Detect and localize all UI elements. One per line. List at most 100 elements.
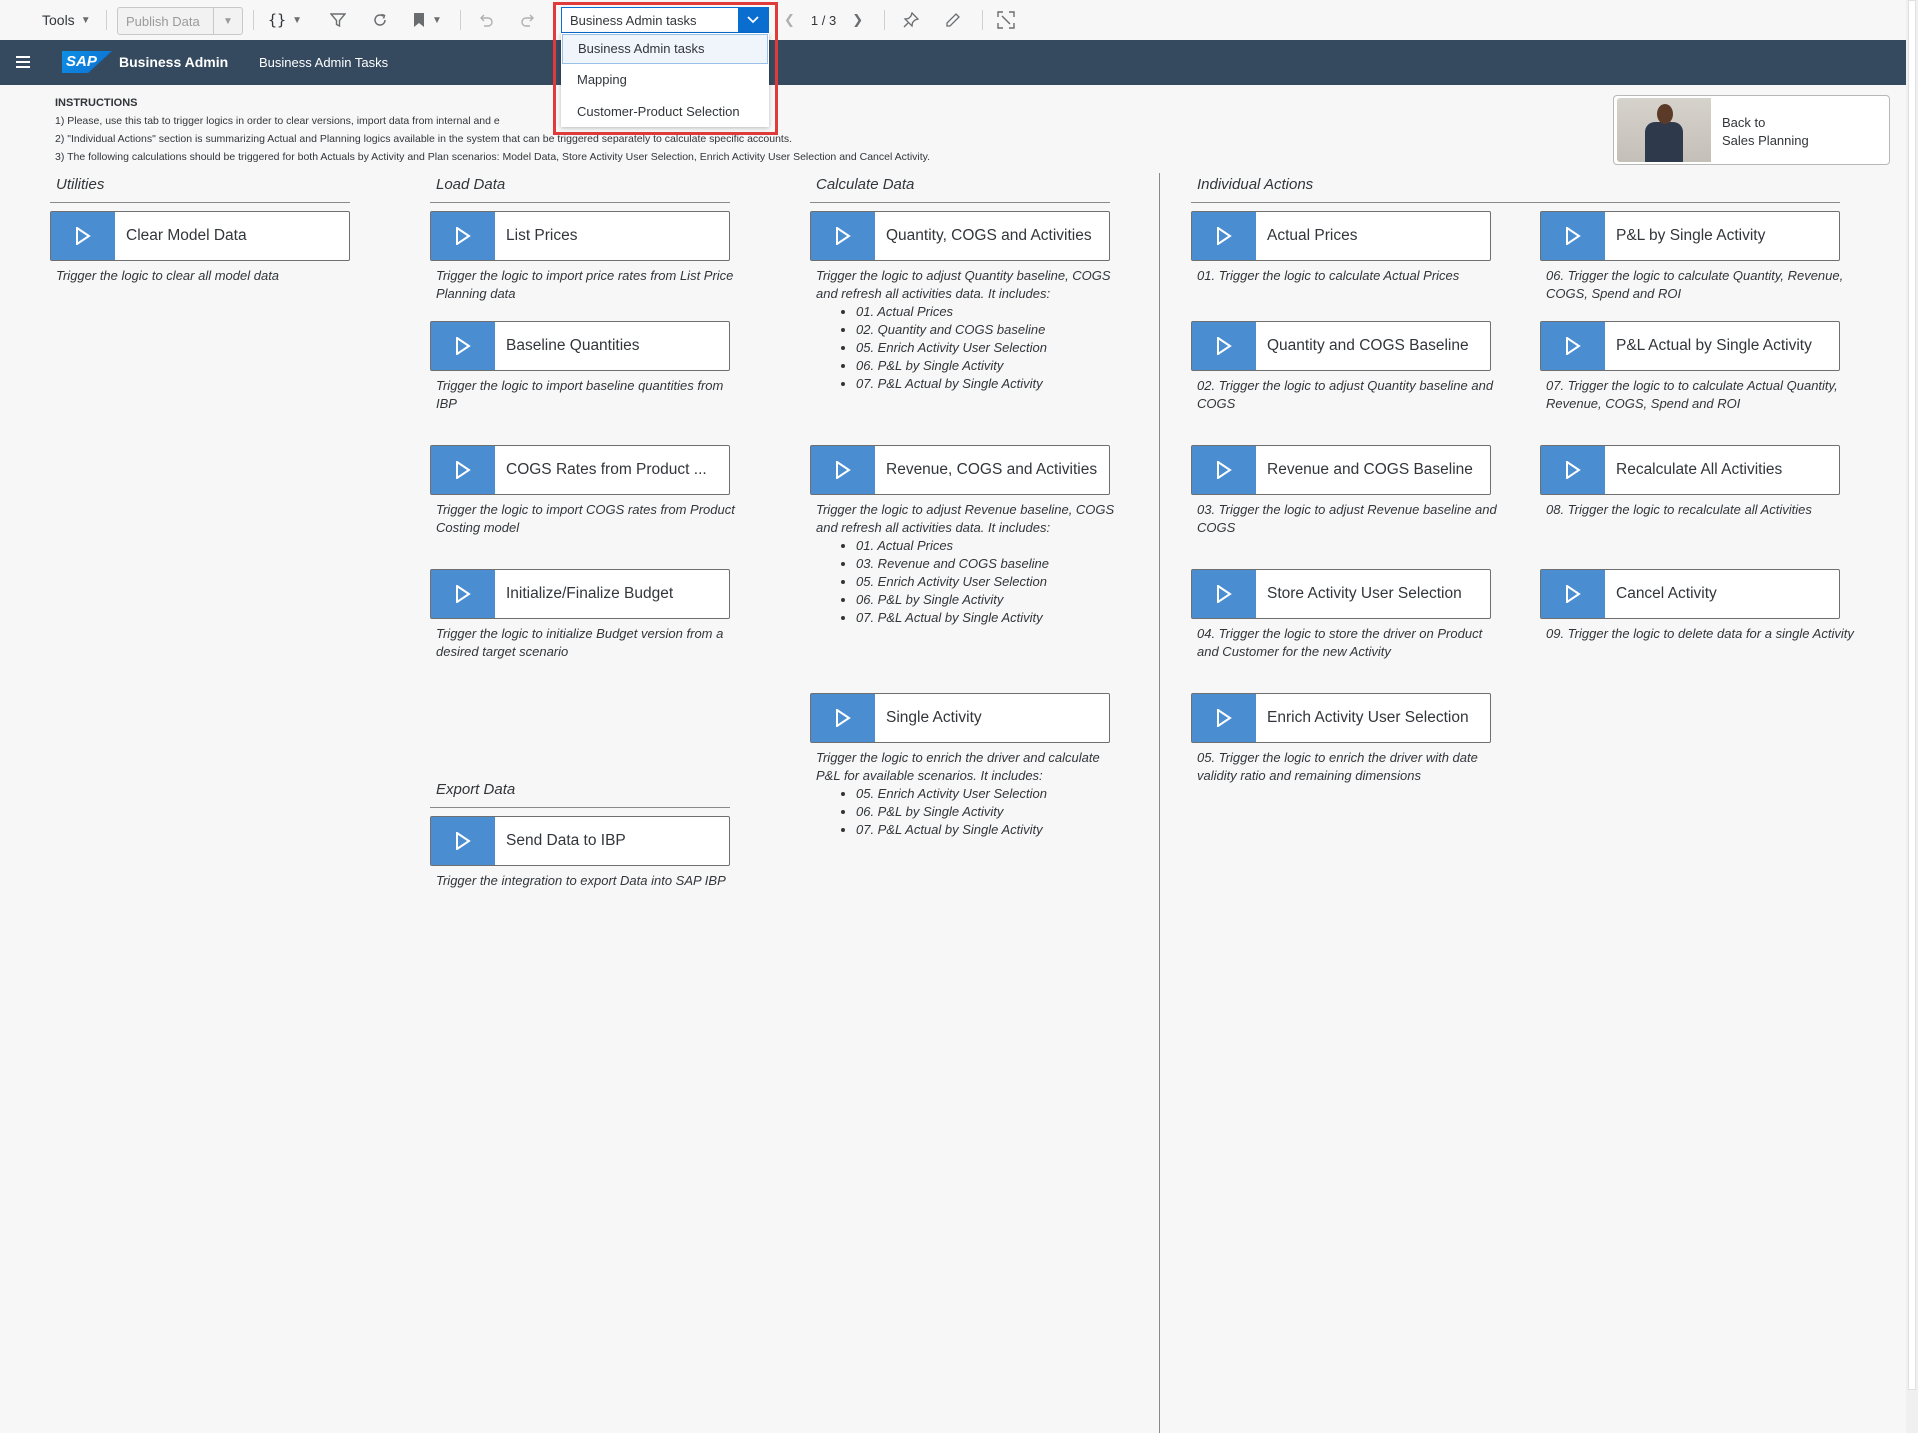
initialize-finalize-budget-button[interactable]: Initialize/Finalize Budget [430, 569, 730, 619]
chevron-right-icon[interactable]: ❯ [852, 12, 863, 28]
revenue-cogs-baseline-button[interactable]: Revenue and COGS Baseline [1191, 445, 1491, 495]
bookmark-icon [414, 13, 424, 27]
publish-data-button[interactable]: Publish Data ▼ [117, 7, 243, 35]
button-label: Actual Prices [1267, 227, 1358, 244]
recalculate-all-activities-button[interactable]: Recalculate All Activities [1540, 445, 1840, 495]
store-activity-user-selection-button[interactable]: Store Activity User Selection [1191, 569, 1491, 619]
filter-icon[interactable] [326, 8, 350, 32]
instruction-line: 1) Please, use this tab to trigger logic… [55, 115, 500, 127]
play-icon [431, 570, 495, 618]
back-tile-line2: Sales Planning [1722, 133, 1809, 148]
toolbar-divider [982, 10, 983, 30]
back-to-sales-planning-tile[interactable]: Back to Sales Planning [1613, 95, 1890, 165]
button-label: Quantity, COGS and Activities [886, 227, 1092, 244]
single-activity-button[interactable]: Single Activity [810, 693, 1110, 743]
formula-menu[interactable]: {} ▼ [268, 0, 302, 40]
section-title-calculate-data: Calculate Data [816, 176, 915, 193]
button-description: Trigger the integration to export Data i… [436, 873, 726, 888]
play-icon [1192, 694, 1256, 742]
chevron-down-icon[interactable]: ▼ [213, 8, 242, 34]
enrich-activity-user-selection-button[interactable]: Enrich Activity User Selection [1191, 693, 1491, 743]
dropdown-option-customer-product-selection[interactable]: Customer-Product Selection [561, 96, 769, 128]
included-steps-list: 01. Actual Prices 03. Revenue and COGS b… [816, 537, 1126, 627]
button-description: Trigger the logic to adjust Quantity bas… [816, 267, 1126, 393]
send-data-to-ibp-button[interactable]: Send Data to IBP [430, 816, 730, 866]
section-title-utilities: Utilities [56, 176, 105, 193]
button-description: Trigger the logic to import price rates … [436, 268, 734, 301]
button-label: Enrich Activity User Selection [1267, 709, 1469, 726]
description-text: Trigger the logic to adjust Revenue base… [816, 502, 1115, 535]
quantity-cogs-baseline-button[interactable]: Quantity and COGS Baseline [1191, 321, 1491, 371]
button-label: Recalculate All Activities [1616, 461, 1783, 478]
page-indicator: 1 / 3 [810, 12, 837, 28]
list-item: 06. P&L by Single Activity [856, 591, 1126, 609]
shell-bar: SAP Business Admin Business Admin Tasks [0, 40, 1906, 85]
app-title: Business Admin [119, 54, 229, 70]
instruction-line: 3) The following calculations should be … [55, 151, 931, 163]
section-divider [430, 202, 730, 203]
cogs-rates-button[interactable]: COGS Rates from Product ... [430, 445, 730, 495]
dropdown-option-business-admin-tasks[interactable]: Business Admin tasks [562, 34, 768, 64]
button-description: Trigger the logic to adjust Revenue base… [816, 501, 1126, 627]
undo-icon[interactable] [474, 8, 498, 32]
tools-menu[interactable]: Tools ▼ [42, 0, 91, 40]
clear-model-data-button[interactable]: Clear Model Data [50, 211, 350, 261]
pl-actual-by-single-activity-button[interactable]: P&L Actual by Single Activity [1540, 321, 1840, 371]
chevron-down-icon: ▼ [432, 14, 442, 26]
button-description: Trigger the logic to import baseline qua… [436, 378, 724, 411]
dropdown-option-mapping[interactable]: Mapping [561, 64, 769, 96]
column-divider [1159, 173, 1160, 1433]
revenue-cogs-activities-button[interactable]: Revenue, COGS and Activities [810, 445, 1110, 495]
button-label: Revenue, COGS and Activities [886, 461, 1098, 478]
button-description: 06. Trigger the logic to calculate Quant… [1546, 268, 1844, 301]
redo-icon[interactable] [516, 8, 540, 32]
scrollbar-thumb[interactable] [1908, 0, 1916, 1390]
page-select[interactable]: Business Admin tasks [561, 7, 769, 33]
play-icon [431, 817, 495, 865]
refresh-icon[interactable] [368, 8, 392, 32]
section-divider [1191, 202, 1840, 203]
list-item: 01. Actual Prices [856, 537, 1126, 555]
page-pager: ❮ 1 / 3 ❯ [784, 0, 863, 40]
menu-icon[interactable] [16, 56, 30, 71]
chevron-left-icon[interactable]: ❮ [784, 12, 795, 28]
button-description: 04. Trigger the logic to store the drive… [1197, 626, 1483, 659]
button-description: Trigger the logic to enrich the driver a… [816, 749, 1126, 839]
toolbar: Tools ▼ Publish Data ▼ {} ▼ ▼ ❮ 1 / 3 ❯ [0, 0, 1906, 41]
list-prices-button[interactable]: List Prices [430, 211, 730, 261]
button-label: Initialize/Finalize Budget [506, 585, 674, 602]
section-divider [50, 202, 350, 203]
list-item: 07. P&L Actual by Single Activity [856, 375, 1126, 393]
chevron-down-icon[interactable] [738, 8, 768, 32]
button-label: Send Data to IBP [506, 832, 626, 849]
play-icon [431, 212, 495, 260]
included-steps-list: 05. Enrich Activity User Selection 06. P… [816, 785, 1126, 839]
included-steps-list: 01. Actual Prices 02. Quantity and COGS … [816, 303, 1126, 393]
bookmark-menu[interactable]: ▼ [412, 0, 442, 40]
pl-by-single-activity-button[interactable]: P&L by Single Activity [1540, 211, 1840, 261]
pin-icon[interactable] [899, 8, 923, 32]
baseline-quantities-button[interactable]: Baseline Quantities [430, 321, 730, 371]
list-item: 06. P&L by Single Activity [856, 357, 1126, 375]
vertical-scrollbar[interactable] [1906, 0, 1918, 1433]
button-description: 01. Trigger the logic to calculate Actua… [1197, 268, 1460, 283]
actual-prices-button[interactable]: Actual Prices [1191, 211, 1491, 261]
button-description: 07. Trigger the logic to to calculate Ac… [1546, 378, 1838, 411]
quantity-cogs-activities-button[interactable]: Quantity, COGS and Activities [810, 211, 1110, 261]
page-select-dropdown: Business Admin tasks Mapping Customer-Pr… [561, 33, 769, 127]
button-description: 03. Trigger the logic to adjust Revenue … [1197, 502, 1497, 535]
play-icon [811, 446, 875, 494]
toolbar-divider [884, 10, 885, 30]
button-label: Revenue and COGS Baseline [1267, 461, 1473, 478]
button-description: 09. Trigger the logic to delete data for… [1546, 626, 1854, 641]
list-item: 05. Enrich Activity User Selection [856, 573, 1126, 591]
list-item: 07. P&L Actual by Single Activity [856, 821, 1126, 839]
play-icon [1541, 570, 1605, 618]
instructions-heading: INSTRUCTIONS [55, 97, 138, 109]
toolbar-divider [106, 10, 107, 30]
person-image [1617, 98, 1711, 162]
cancel-activity-button[interactable]: Cancel Activity [1540, 569, 1840, 619]
edit-icon[interactable] [941, 8, 965, 32]
fullscreen-icon[interactable] [994, 8, 1018, 32]
list-item: 07. P&L Actual by Single Activity [856, 609, 1126, 627]
